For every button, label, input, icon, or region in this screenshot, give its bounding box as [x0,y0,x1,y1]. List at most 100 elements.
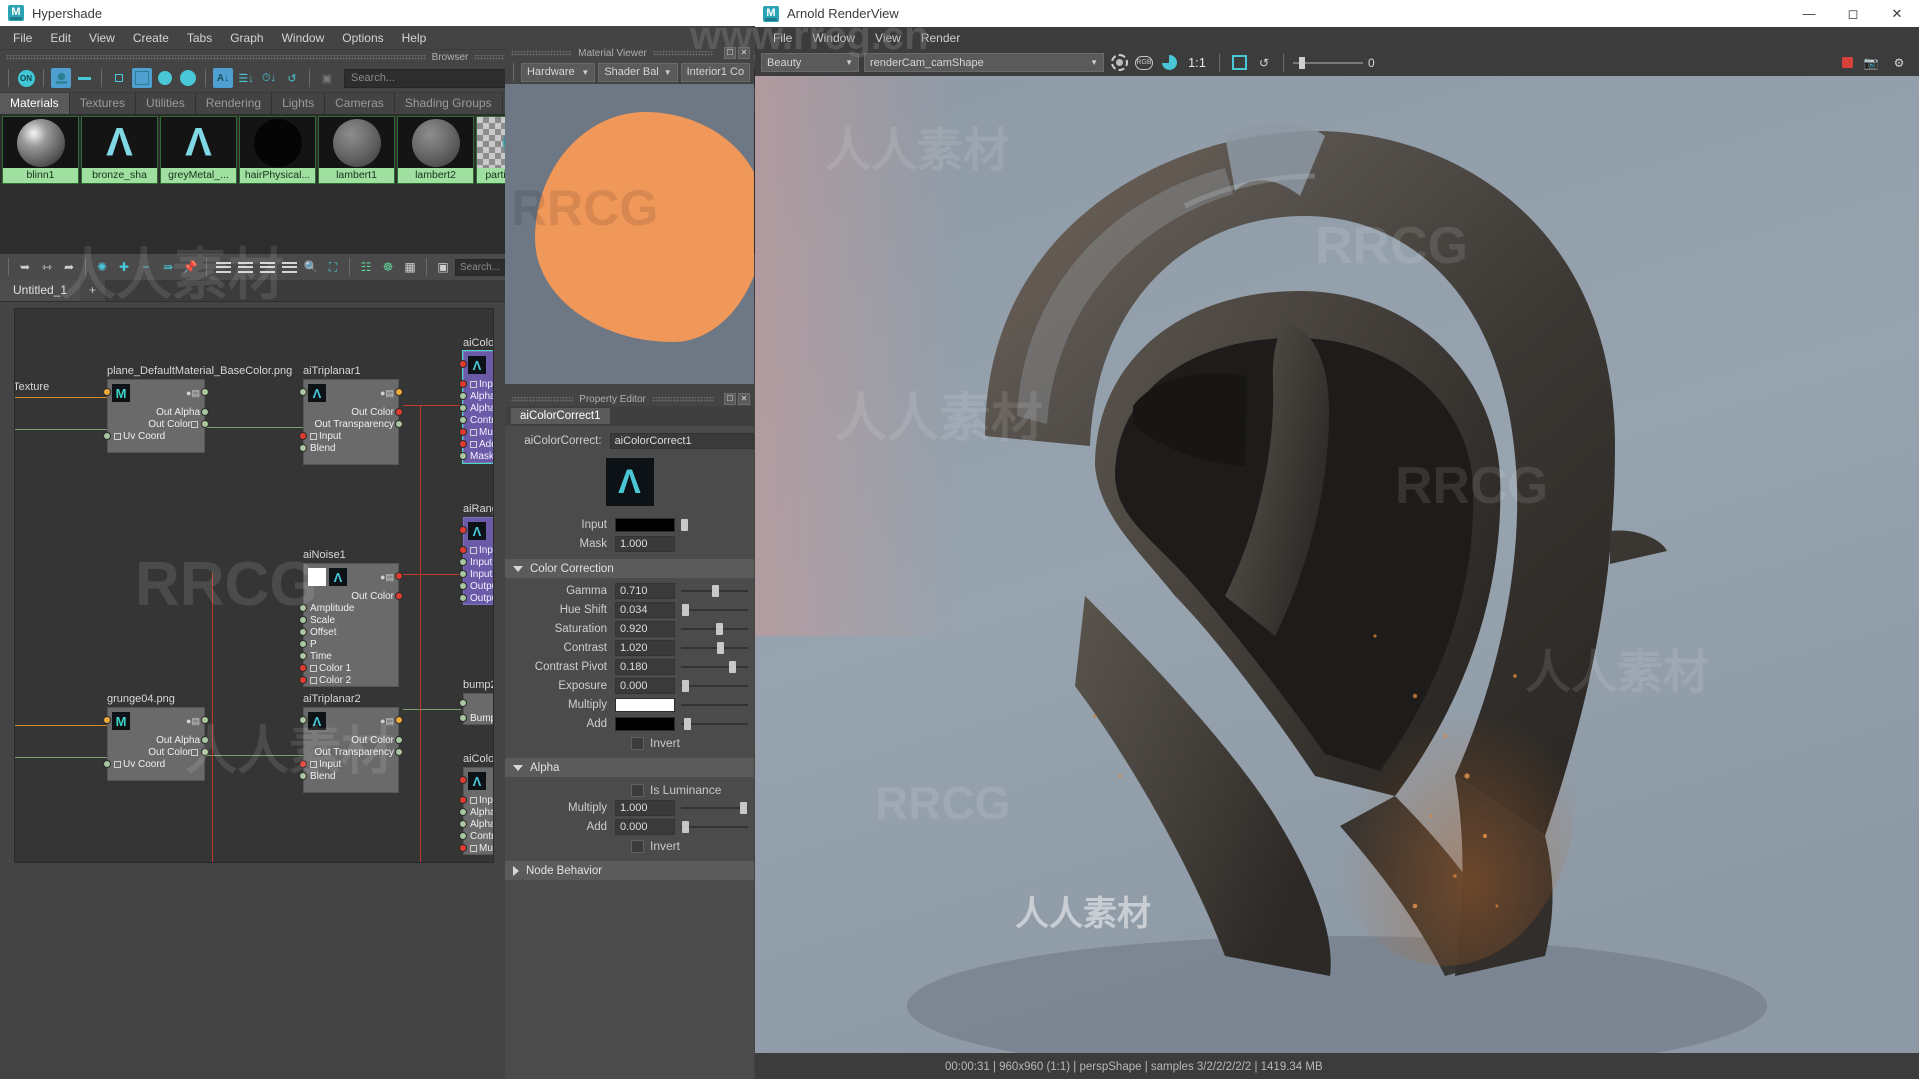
node-attr-row[interactable]: Color 2 [299,674,398,686]
node-output-port[interactable] [395,592,403,600]
alpha-multiply-slider[interactable] [681,800,748,816]
undock-icon[interactable]: ☐ [724,393,737,405]
grid-icon[interactable]: ☷ [356,257,376,277]
node-output-port[interactable] [201,736,209,744]
node-input-port[interactable] [299,652,307,660]
node-attr-row[interactable]: Input [459,378,493,390]
alpha-multiply-field[interactable]: 1.000 [615,800,675,816]
contrast-pivot-field[interactable]: 0.180 [615,659,675,675]
node-output-port[interactable] [395,748,403,756]
property-editor-node-tab[interactable]: aiColorCorrect1 [511,408,610,424]
slider-knob[interactable] [739,802,747,814]
node-input-port[interactable] [299,772,307,780]
node-attr-row[interactable]: Output [459,580,493,592]
graph-node-file1[interactable]: plane_DefaultMaterial_BaseColor.png M ●▤… [103,365,292,453]
node-input-port[interactable] [459,570,467,578]
node-output-port[interactable] [395,736,403,744]
renderer-dropdown[interactable]: Hardware ▼ [520,62,596,82]
tab-cameras[interactable]: Cameras [325,93,395,114]
material-swatch[interactable]: lambert2 [397,116,474,184]
remove-selected-icon[interactable]: − [136,257,156,277]
aov-dropdown[interactable]: Beauty ▼ [761,53,859,72]
menu-view[interactable]: View [80,28,124,48]
node-attr-row[interactable]: Multiply [459,426,493,438]
node-input-port[interactable] [459,404,467,412]
rgb-channel-icon[interactable]: RGB [1134,53,1154,73]
refresh-icon[interactable]: ↺ [282,68,302,88]
large-swatch-icon[interactable] [178,68,198,88]
saturation-slider[interactable] [681,621,748,637]
render-icon[interactable] [1109,53,1129,73]
node-input-port[interactable] [103,432,111,440]
connected-attrs-icon[interactable] [257,257,277,277]
node-attr-row[interactable]: Contrast [459,414,493,426]
node-editor-tab-untitled[interactable]: Untitled_1 [0,280,81,301]
undock-icon[interactable]: ☐ [724,47,737,59]
arnold-menu-window[interactable]: Window [802,29,865,47]
node-input-port[interactable] [299,444,307,452]
alpha-invert-checkbox[interactable] [631,839,644,853]
menu-edit[interactable]: Edit [41,28,80,48]
node-attr-row[interactable]: Out Color [304,406,403,418]
material-swatch[interactable]: hairPhysical... [239,116,316,184]
node-input-port[interactable] [299,628,307,636]
node-attr-row[interactable]: Amplitude [299,602,398,614]
node-input-port[interactable] [459,526,467,534]
slider-knob[interactable] [711,585,719,597]
node-output-port[interactable] [395,408,403,416]
node-input-port[interactable] [459,820,467,828]
slider-knob[interactable] [729,661,737,673]
node-input-port[interactable] [299,676,307,684]
node-input-port[interactable] [299,604,307,612]
node-attr-row[interactable]: Uv Coord [103,758,204,770]
node-attr-row[interactable]: Out Transparency [304,418,403,430]
node-attr-row[interactable]: Out Alpha [108,406,209,418]
section-node-behavior[interactable]: Node Behavior [505,861,754,880]
record-icon[interactable] [1842,57,1853,68]
arnold-menu-file[interactable]: File [763,29,802,47]
region-icon[interactable] [1229,53,1249,73]
node-attr-row[interactable]: Alpha [459,402,493,414]
custom-attrs-icon[interactable] [279,257,299,277]
graph-node-aicolorcorrect2[interactable]: aiColorCorrect2 Λ Input Alpha Mu Alpha A… [459,753,493,855]
node-input-port[interactable] [299,388,307,396]
section-color-correction[interactable]: Color Correction [505,559,754,578]
add-color-swatch[interactable] [615,717,675,731]
input-color-swatch[interactable] [615,518,675,532]
node-attr-row[interactable]: P [299,638,398,650]
slider-knob[interactable] [682,604,690,616]
arnold-menu-render[interactable]: Render [911,29,970,47]
node-output-port[interactable] [395,420,403,428]
node-attr-row[interactable]: Time [299,650,398,662]
sort-az-icon[interactable]: A↓ [213,68,233,88]
node-input-port[interactable] [299,432,307,440]
node-input-port[interactable] [459,594,467,602]
node-attr-row[interactable]: Out Color [108,418,209,430]
node-input-port[interactable] [459,808,467,816]
rearrange-graph-icon[interactable]: ✺ [92,257,112,277]
node-output-port[interactable] [201,420,209,428]
graph-node-airange1[interactable]: aiRange1 Λ Input Input Input Output Outp… [459,503,493,605]
node-input-port[interactable] [299,616,307,624]
saturation-field[interactable]: 0.920 [615,621,675,637]
node-attr-row[interactable]: Out Color [304,734,403,746]
node-editor-add-tab[interactable]: + [80,280,106,301]
node-attr-row[interactable]: Out Alpha [108,734,209,746]
alpha-icon[interactable] [1159,53,1179,73]
tab-materials[interactable]: Materials [0,93,70,114]
exposure-slider[interactable] [1293,55,1363,71]
node-input-port[interactable] [459,360,467,368]
tiny-swatch-icon[interactable] [109,68,129,88]
node-input-port[interactable] [459,714,467,722]
tab-textures[interactable]: Textures [69,93,137,114]
close-icon[interactable]: ✕ [1875,0,1919,27]
close-icon[interactable]: ✕ [738,47,751,59]
material-swatch[interactable]: Λ bronze_sha [81,116,158,184]
node-output-port[interactable] [201,388,209,396]
add-selected-icon[interactable]: ✚ [114,257,134,277]
node-attr-row[interactable]: Alpha Ad [459,818,493,830]
node-attr-row[interactable]: Mask [459,450,493,462]
exposure-field[interactable]: 0.000 [615,678,675,694]
add-slider[interactable] [681,716,748,732]
close-icon[interactable]: ✕ [738,393,751,405]
